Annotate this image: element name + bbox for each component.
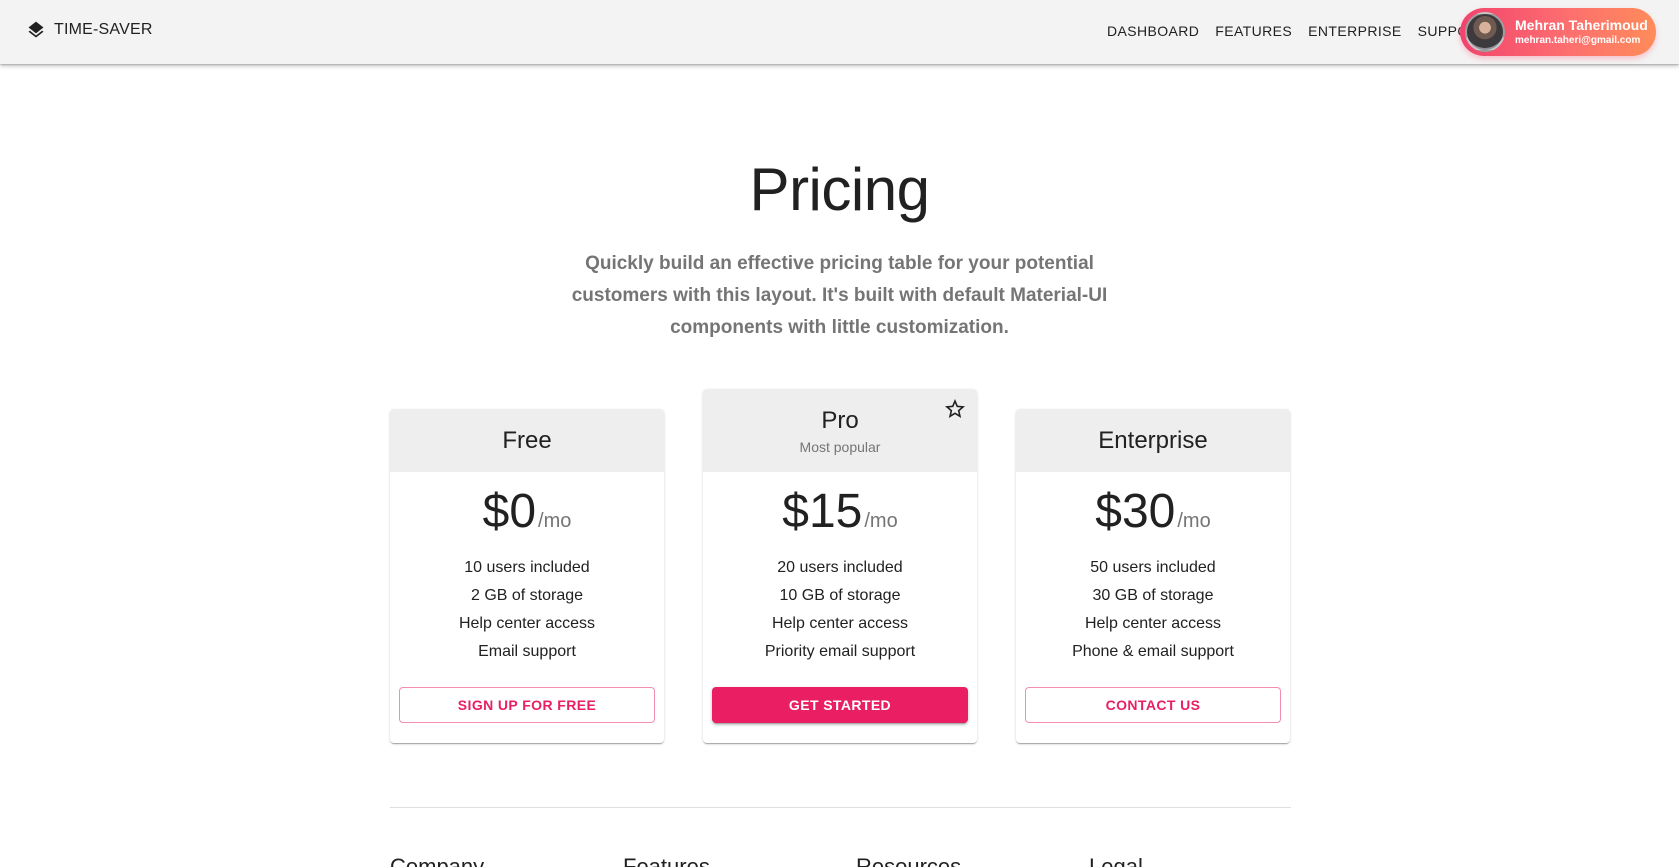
- tier-title: Pro: [821, 406, 859, 434]
- card-header: Enterprise: [1016, 409, 1290, 472]
- user-name: Mehran Taherimoud: [1515, 17, 1648, 33]
- list-item: Phone & email support: [1072, 643, 1234, 660]
- feature-list: 10 users included 2 GB of storage Help c…: [390, 554, 664, 666]
- footer-divider: [390, 807, 1291, 808]
- pricing-card-pro: Pro Most popular $15 /mo 20 users includ…: [703, 389, 977, 743]
- list-item: 2 GB of storage: [470, 587, 584, 604]
- pricing-card-enterprise: Enterprise $30 /mo 50 users included 30 …: [1016, 409, 1290, 743]
- list-item: 50 users included: [1090, 559, 1216, 576]
- user-email: mehran.taheri@gmail.com: [1515, 34, 1641, 46]
- tier-period: /mo: [864, 510, 898, 532]
- user-info: Mehran Taherimoud mehran.taheri@gmail.co…: [1515, 17, 1648, 47]
- app-bar: TIME-SAVER DASHBOARD FEATURES ENTERPRISE…: [0, 0, 1679, 64]
- page-title: Pricing: [749, 156, 930, 223]
- feature-list: 20 users included 10 GB of storage Help …: [703, 554, 977, 666]
- price-row: $30 /mo: [1016, 484, 1290, 544]
- tier-title: Enterprise: [1098, 426, 1208, 454]
- list-item: 20 users included: [777, 559, 903, 576]
- nav-enterprise[interactable]: ENTERPRISE: [1308, 23, 1401, 39]
- tier-period: /mo: [1177, 510, 1211, 532]
- nav-features[interactable]: FEATURES: [1215, 23, 1292, 39]
- brand[interactable]: TIME-SAVER: [26, 20, 153, 40]
- sign-up-button[interactable]: SIGN UP FOR FREE: [399, 687, 655, 723]
- star-outline-icon: [943, 397, 967, 421]
- footer-heading-resources: Resources: [856, 855, 1089, 867]
- list-item: 30 GB of storage: [1092, 587, 1214, 604]
- tier-price: $15: [782, 485, 863, 538]
- brand-name: TIME-SAVER: [54, 21, 153, 38]
- list-item: Email support: [478, 643, 576, 660]
- feature-list: 50 users included 30 GB of storage Help …: [1016, 554, 1290, 666]
- price-row: $15 /mo: [703, 484, 977, 544]
- tier-title: Free: [502, 426, 552, 454]
- user-profile-chip[interactable]: Mehran Taherimoud mehran.taheri@gmail.co…: [1460, 8, 1656, 56]
- contact-us-button[interactable]: CONTACT US: [1025, 687, 1281, 723]
- footer-heading-company: Company: [390, 855, 623, 867]
- tier-price: $0: [482, 485, 537, 538]
- footer-heading-features: Features: [623, 855, 856, 867]
- list-item: Priority email support: [764, 643, 916, 660]
- card-header: Pro Most popular: [703, 389, 977, 472]
- tier-price: $30: [1095, 485, 1176, 538]
- avatar: [1465, 12, 1505, 52]
- list-item: Help center access: [1084, 615, 1222, 632]
- list-item: 10 GB of storage: [779, 587, 901, 604]
- tier-period: /mo: [538, 510, 572, 532]
- tier-subtitle: Most popular: [799, 438, 881, 455]
- card-header: Free: [390, 409, 664, 472]
- get-started-button[interactable]: GET STARTED: [712, 687, 968, 723]
- footer-columns: Company Features Resources Legal: [390, 855, 1322, 867]
- top-nav: DASHBOARD FEATURES ENTERPRISE SUPPORT: [1107, 23, 1488, 39]
- footer-heading-legal: Legal: [1089, 855, 1322, 867]
- pricing-card-free: Free $0 /mo 10 users included 2 GB of st…: [390, 409, 664, 743]
- page-subtitle: Quickly build an effective pricing table…: [571, 253, 1108, 338]
- list-item: 10 users included: [464, 559, 590, 576]
- layers-icon: [26, 20, 46, 40]
- price-row: $0 /mo: [390, 484, 664, 544]
- nav-dashboard[interactable]: DASHBOARD: [1107, 23, 1199, 39]
- list-item: Help center access: [771, 615, 909, 632]
- list-item: Help center access: [458, 615, 596, 632]
